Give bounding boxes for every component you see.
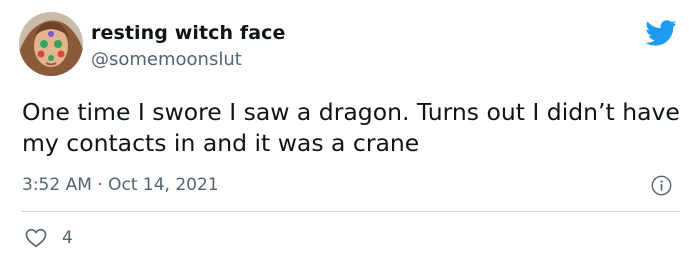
heart-icon[interactable] xyxy=(25,228,47,248)
tweet-time[interactable]: 3:52 AM xyxy=(22,175,92,195)
display-name[interactable]: resting witch face xyxy=(91,22,286,44)
avatar-image xyxy=(19,12,83,76)
like-action[interactable]: 4 xyxy=(25,227,73,249)
like-count: 4 xyxy=(62,228,73,248)
twitter-bird-icon[interactable] xyxy=(644,20,677,47)
timestamp-row[interactable]: 3:52 AM · Oct 14, 2021 xyxy=(22,175,219,195)
avatar[interactable] xyxy=(19,12,83,76)
info-icon[interactable] xyxy=(651,175,672,196)
tweet-card: resting witch face @somemoonslut One tim… xyxy=(0,0,700,261)
tweet-text: One time I swore I saw a dragon. Turns o… xyxy=(22,98,680,157)
tweet-date[interactable]: Oct 14, 2021 xyxy=(108,175,219,195)
timestamp-separator: · xyxy=(97,175,103,195)
user-handle[interactable]: @somemoonslut xyxy=(91,49,242,70)
divider xyxy=(21,211,680,212)
